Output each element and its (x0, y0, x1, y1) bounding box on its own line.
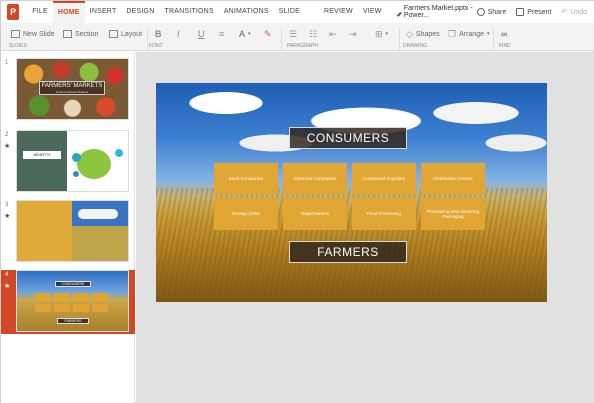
present-label: Present (527, 8, 552, 16)
find-binoculars-icon[interactable]: ∞ (501, 26, 507, 42)
slide-title-consumers[interactable]: CONSUMERS (289, 127, 407, 149)
star-icon: ★ (4, 283, 11, 290)
arrange-button[interactable]: ❐ Arrange ▾ (448, 26, 490, 42)
box-boxing-clerks[interactable]: Boxing Clerks (214, 198, 278, 230)
tab-slide-show[interactable]: SLIDE SHOW (274, 1, 319, 37)
clear-format-icon[interactable]: ✎ (264, 26, 272, 42)
tab-insert[interactable]: INSERT (85, 1, 122, 23)
slide-number: 2 (5, 132, 9, 138)
numbering-icon[interactable]: ☷ (309, 26, 317, 42)
group-label-font: FONT (149, 43, 163, 49)
ribbon: New Slide Section Layout B I U ≡ A ▾ ✎ ☰… (1, 23, 594, 51)
box-distribution-centers[interactable]: Distribution Centers (421, 163, 485, 195)
tab-review[interactable]: REVIEW (319, 1, 358, 23)
tab-file[interactable]: FILE (27, 1, 53, 23)
bullets-icon[interactable]: ☰ (289, 26, 297, 42)
ribbon-tab-bar: P FILE HOME INSERT DESIGN TRANSITIONS AN… (1, 1, 594, 37)
powerpoint-logo-icon: P (7, 4, 20, 20)
new-slide-button[interactable]: New Slide (11, 26, 55, 42)
bold-button[interactable]: B (155, 26, 162, 42)
share-button[interactable]: Share (476, 8, 507, 16)
star-icon: ★ (4, 143, 11, 150)
slide-4-preview: CONSUMERS FARMERS (16, 270, 129, 332)
increase-indent-icon[interactable]: ⇥ (349, 26, 357, 42)
box-processing-manufacturing-packaging[interactable]: Processing Manufacturing Packaging (421, 198, 485, 230)
section-label: Section (75, 30, 99, 38)
box-chemical-companies[interactable]: Chemical Companies (283, 163, 347, 195)
tab-transitions[interactable]: TRANSITIONS (159, 1, 218, 23)
document-title[interactable]: Farmers Market.pptx - Power... (392, 5, 477, 19)
slide-3-preview (16, 200, 129, 262)
underline-button[interactable]: U (198, 26, 205, 42)
group-label-drawing: DRAWING (403, 43, 427, 49)
current-slide[interactable]: CONSUMERS Seed Companies Chemical Compan… (156, 83, 547, 302)
group-label-slides: SLIDES (9, 43, 27, 49)
align-icon[interactable]: ⊞ ▾ (375, 26, 388, 42)
section-button[interactable]: Section (63, 26, 98, 42)
new-slide-icon (11, 30, 20, 38)
font-color-label: A (239, 29, 246, 39)
tab-view[interactable]: VIEW (358, 1, 387, 23)
slide-1-title: FARMERS' MARKETS Fresh & Natural Markets (39, 81, 105, 95)
tab-animations[interactable]: ANIMATIONS (219, 1, 274, 23)
share-icon (476, 8, 485, 16)
slide-4-title: CONSUMERS (55, 281, 91, 287)
powerpoint-window: P FILE HOME INSERT DESIGN TRANSITIONS AN… (0, 0, 594, 403)
decrease-indent-icon[interactable]: ⇤ (329, 26, 337, 42)
edit-pencil-icon (392, 7, 402, 17)
slide-4-footer: FARMERS (57, 318, 89, 324)
slide-2-label: BENEFITS (23, 151, 61, 159)
box-compound-suppliers[interactable]: Compound Suppliers (352, 163, 416, 195)
section-icon (63, 30, 72, 38)
slide-thumbnail-2[interactable]: 2 ★ BENEFITS (1, 130, 135, 194)
slide-number: 1 (5, 60, 9, 66)
slide-thumbnail-4[interactable]: 4 ★ CONSUMERS FARMERS (1, 270, 135, 334)
layout-icon (109, 30, 118, 38)
layout-label: Layout (121, 30, 143, 38)
italic-button[interactable]: I (177, 26, 180, 42)
box-seed-companies[interactable]: Seed Companies (214, 163, 278, 195)
slide-number: 3 (5, 202, 9, 208)
shapes-label: Shapes (415, 30, 440, 38)
present-icon (516, 8, 525, 16)
slide-footer-farmers[interactable]: FARMERS (289, 241, 407, 263)
undo-button[interactable]: ↶ Undo (561, 8, 588, 17)
shapes-button[interactable]: ◇ Shapes (406, 26, 440, 42)
slide-editing-canvas: CONSUMERS Seed Companies Chemical Compan… (136, 52, 594, 403)
slide-thumbnail-3[interactable]: 3 ★ (1, 200, 135, 264)
new-slide-label: New Slide (23, 30, 55, 38)
document-title-text: Farmers Market.pptx - Power... (403, 5, 473, 19)
shapes-icon: ◇ (406, 28, 413, 39)
group-label-find: FIND (499, 43, 511, 49)
slide-2-preview: BENEFITS (16, 130, 129, 192)
chevron-down-icon: ▾ (248, 31, 251, 37)
arrange-icon: ❐ (448, 28, 457, 39)
group-label-paragraph: PARAGRAPH (287, 43, 319, 49)
slide-thumbnail-1[interactable]: 1 FARMERS' MARKETS Fresh & Natural Market… (1, 58, 135, 122)
present-button[interactable]: Present (516, 8, 551, 16)
slide-thumbnails-pane: 1 FARMERS' MARKETS Fresh & Natural Market… (1, 52, 135, 403)
star-icon: ★ (4, 213, 11, 220)
box-food-processing[interactable]: Food Processing (352, 198, 416, 230)
share-label: Share (487, 8, 507, 16)
strikethrough-icon[interactable]: ≡ (219, 26, 224, 42)
slide-number: 4 (5, 272, 9, 278)
box-supermarkets[interactable]: Supermarkets (283, 198, 347, 230)
tab-home[interactable]: HOME (52, 1, 85, 23)
font-color-button[interactable]: A ▾ (239, 26, 251, 42)
undo-label: Undo (570, 8, 588, 16)
arrange-label: Arrange (459, 30, 484, 38)
chevron-down-icon: ▾ (486, 31, 490, 37)
undo-icon: ↶ (561, 9, 568, 16)
slide-1-preview: FARMERS' MARKETS Fresh & Natural Markets (16, 58, 129, 120)
tab-design[interactable]: DESIGN (121, 1, 159, 23)
layout-button[interactable]: Layout (109, 26, 142, 42)
